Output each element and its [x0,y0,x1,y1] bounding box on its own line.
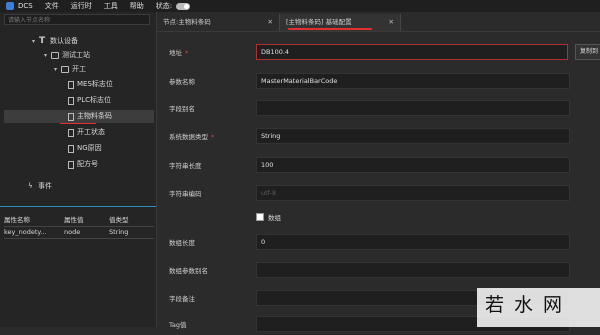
param-name-input[interactable]: MasterMaterialBarCode [256,73,570,89]
tree-item-station[interactable]: ▾ 测试工站 [42,49,90,62]
folder-icon [51,52,59,59]
array-checkbox[interactable] [256,213,264,221]
lightning-icon: ϟ [28,182,33,190]
required-marker: * [211,133,215,141]
tree-item-start[interactable]: ▾ 开工 [52,63,86,76]
app-name: DCS [18,2,33,10]
document-icon [68,80,74,89]
menu-tools[interactable]: 工具 [104,1,118,11]
status-toggle[interactable] [176,2,191,10]
column-header: 属性值 [64,216,84,224]
watermark: 若水网 [477,288,600,327]
encoding-label: 字符串编码 [169,190,202,198]
annotation-underline [60,123,96,124]
tree-item-mes-flag[interactable]: MES标志位 [66,78,113,91]
address-label: 地址 * [169,49,189,57]
tab-node-master-barcode[interactable]: 节点:主物料条码 ✕ [157,14,279,31]
array-checkbox-label: 数组 [268,214,281,222]
tab-label: 节点:主物料条码 [163,18,211,26]
alias-input[interactable] [256,100,570,116]
divider [4,238,154,239]
menu-help[interactable]: 帮助 [130,1,144,11]
copy-to-button[interactable]: 复制到 [575,44,600,60]
document-icon [68,128,74,137]
tree-item-label: 数认设备 [50,37,78,45]
column-header: 属性名称 [4,216,30,224]
properties-header-row: 属性名称 属性值 值类型 [4,215,154,226]
properties-table: 属性名称 属性值 值类型 key_nodety... node String [4,215,154,239]
device-icon: T [39,36,46,46]
data-type-label: 系统数据类型 * [169,133,215,141]
array-alias-label: 数组参数别名 [169,267,208,275]
encoding-input[interactable]: utf-8 [256,185,570,201]
tree-item-label: PLC标志位 [77,96,112,104]
annotation-underline [288,28,372,30]
table-cell: key_nodety... [4,228,47,236]
tree-item-label: 测试工站 [62,51,90,59]
array-len-input[interactable]: 0 [256,234,570,250]
table-cell: String [109,228,129,236]
row-array-alias: 数组参数别名 [157,259,600,281]
row-param-name: 参数名称 MasterMaterialBarCode [157,70,600,92]
address-input[interactable]: DB100.4 [256,44,568,60]
alias-label: 字段别名 [169,105,195,113]
tab-bar: 节点:主物料条码 ✕ [主物料条码] 基础配置 ✕ [157,14,600,32]
row-alias: 字段别名 [157,97,600,119]
tab-label: [主物料条码] 基础配置 [286,18,352,26]
tree-item-label: 主物料条码 [77,112,112,120]
tree-item-plc-flag[interactable]: PLC标志位 [66,94,111,107]
app-logo-icon [6,2,14,10]
document-icon [68,96,74,105]
tree-item-events[interactable]: ϟ 事件 [28,180,52,193]
document-icon [68,144,74,153]
chevron-down-icon[interactable]: ▾ [52,63,59,76]
menu-runtime[interactable]: 运行时 [71,1,92,11]
tree-item-recipe[interactable]: 配方号 [66,158,98,171]
folder-icon [61,66,69,73]
row-data-type: 系统数据类型 * String [157,125,600,147]
row-address: 地址 * DB100.4 复制到 [157,41,600,63]
left-panel: 请输入节点名称 ▾ T 数认设备 ▾ 测试工站 ▾ 开工 MES标志位 PLC标… [0,12,157,327]
tree-item-device[interactable]: ▾ T 数认设备 [30,35,78,48]
tree-item-label: MES标志位 [77,80,113,88]
remark-label: 字段备注 [169,295,195,303]
tree-item-label: 开工 [72,65,86,73]
tree-item-start-status[interactable]: 开工状态 [66,126,105,139]
close-icon[interactable]: ✕ [389,14,394,31]
param-name-label: 参数名称 [169,78,195,86]
data-type-select[interactable]: String [256,128,570,144]
tree-item-label: 开工状态 [77,128,105,136]
table-row[interactable]: key_nodety... node String [4,227,154,238]
row-is-array: 数组 [157,207,600,229]
tree-item-label: 事件 [38,182,52,190]
tree-item-ng-reason[interactable]: NG原因 [66,142,102,155]
tree-item-label: NG原因 [77,144,102,152]
config-form: 地址 * DB100.4 复制到 参数名称 MasterMaterialBarCo… [157,33,600,332]
array-len-label: 数组长度 [169,239,195,247]
tree-item-master-barcode[interactable]: 主物料条码 [4,110,154,123]
document-icon [68,160,74,169]
required-marker: * [185,49,189,57]
row-str-len: 字符串长度 100 [157,154,600,176]
document-icon [68,112,74,121]
chevron-down-icon[interactable]: ▾ [30,35,37,48]
str-len-input[interactable]: 100 [256,157,570,173]
close-icon[interactable]: ✕ [268,14,273,31]
chevron-down-icon[interactable]: ▾ [42,49,49,62]
column-header: 值类型 [109,216,129,224]
properties-divider [0,206,156,207]
watermark-text: 若水网 [485,294,573,316]
row-encoding: 字符串编码 utf-8 [157,182,600,204]
tree-search-input[interactable]: 请输入节点名称 [4,14,150,25]
tag-label: Tag值 [169,321,187,329]
tree-item-label: 配方号 [77,160,98,168]
menu-file[interactable]: 文件 [45,1,59,11]
menu-bar: DCS 文件 运行时 工具 帮助 状态: [0,0,600,12]
status-label: 状态: [155,2,173,10]
table-cell: node [64,228,81,236]
str-len-label: 字符串长度 [169,162,202,170]
row-array-len: 数组长度 0 [157,231,600,253]
array-alias-input[interactable] [256,262,570,278]
